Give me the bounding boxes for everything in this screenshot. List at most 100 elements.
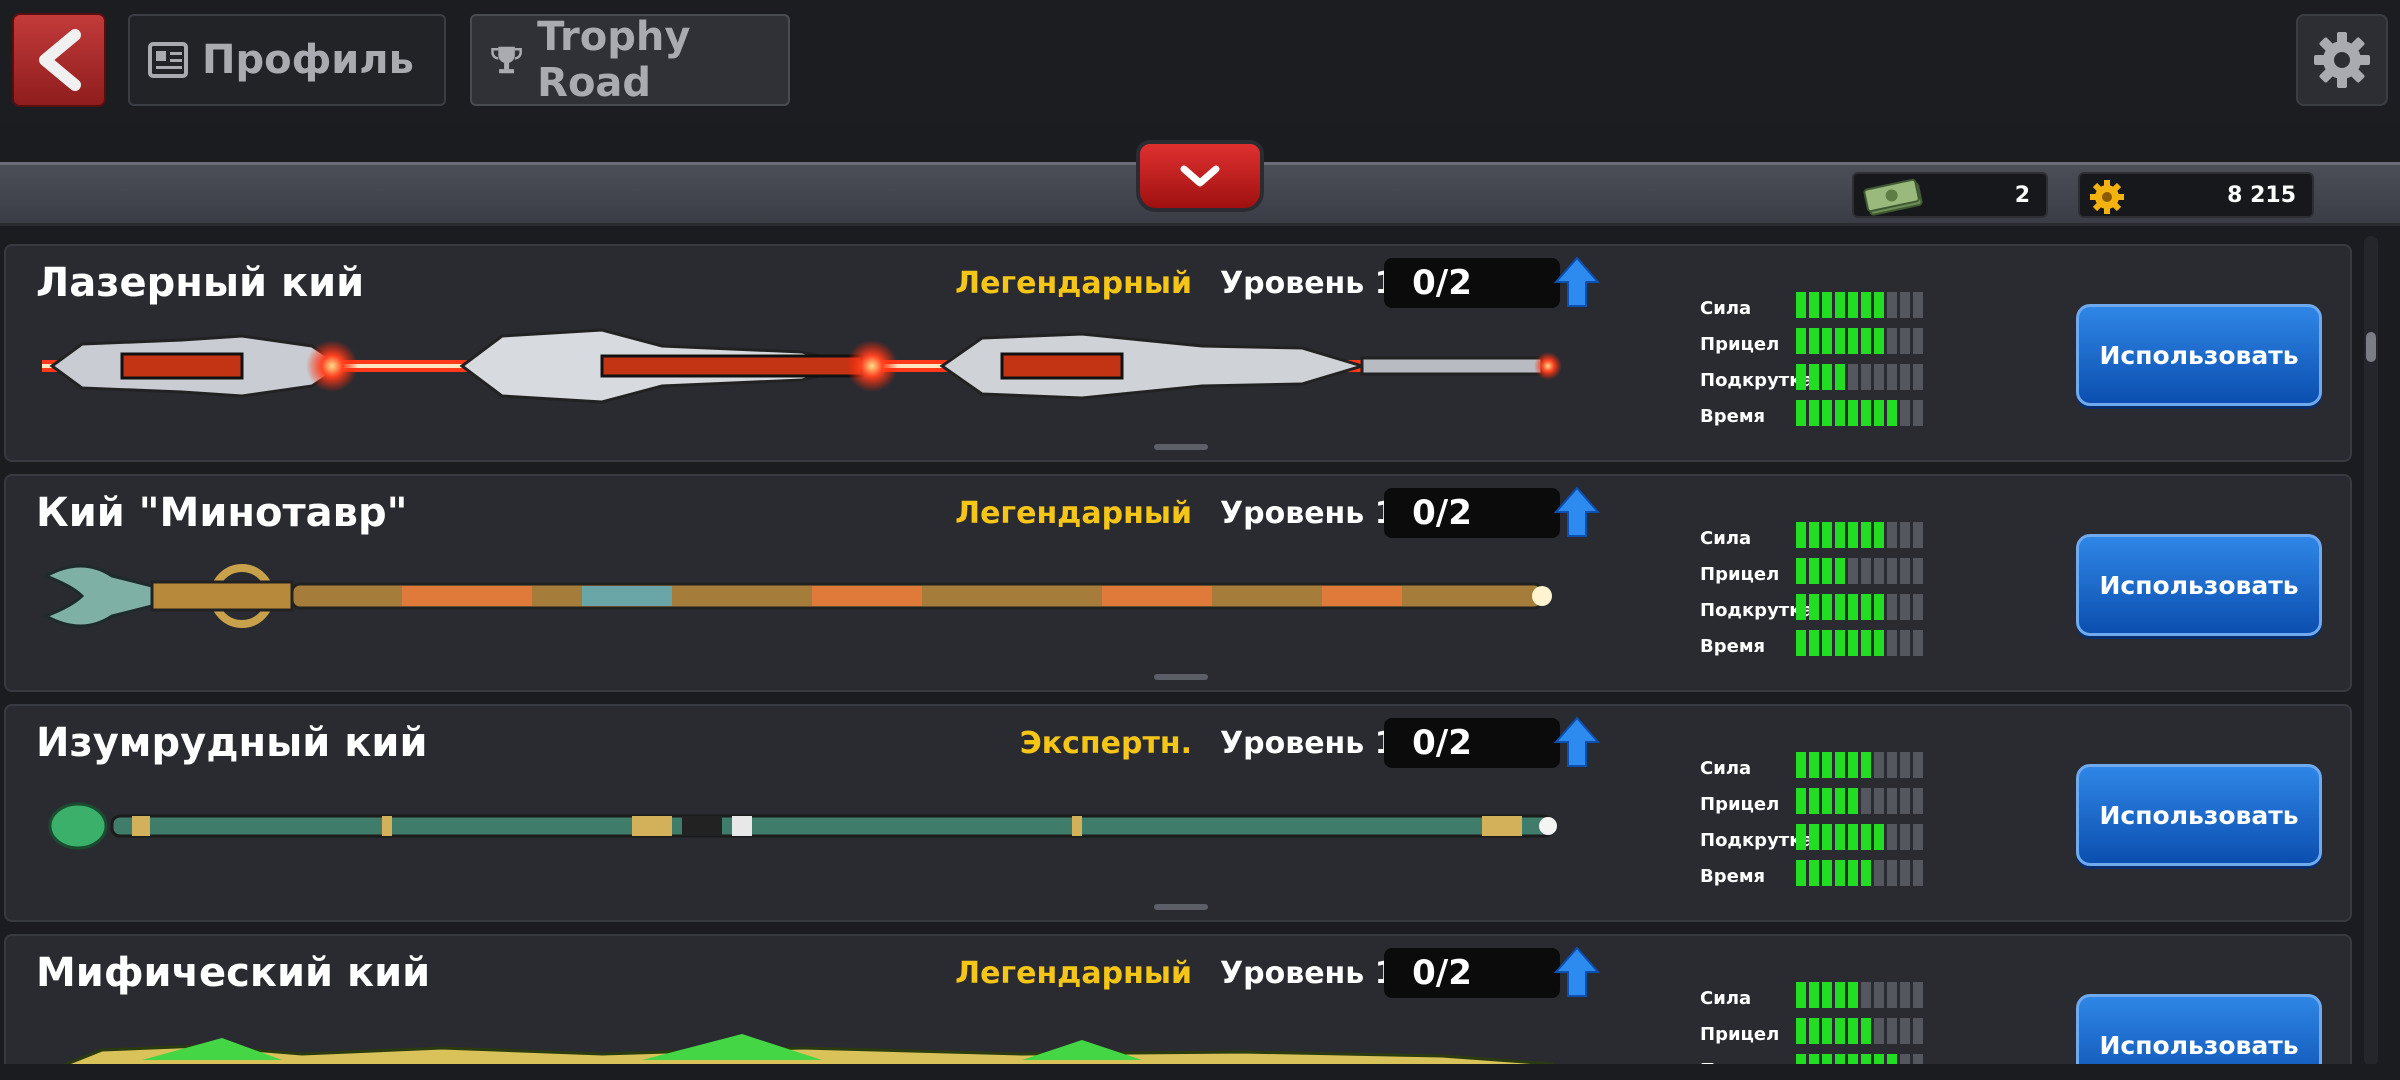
cue-name: Лазерный кий [36, 260, 365, 306]
stat-segment [1835, 752, 1845, 778]
chevron-down-icon [1180, 165, 1220, 187]
cue-name: Мифический кий [36, 950, 431, 996]
stat-segment [1887, 400, 1897, 426]
upgrade-progress: 0/2 [1412, 723, 1472, 763]
coins-counter: 8 215 [2078, 172, 2314, 218]
stat-segment [1900, 788, 1910, 814]
stat-segment [1887, 522, 1897, 548]
stat-segment [1796, 400, 1806, 426]
stat-segment [1796, 860, 1806, 886]
upgrade-progress: 0/2 [1412, 953, 1472, 993]
stat-label-time: Время [1700, 636, 1766, 657]
stat-segment [1835, 860, 1845, 886]
stat-segment [1848, 824, 1858, 850]
stat-segment [1900, 824, 1910, 850]
stat-segment [1796, 752, 1806, 778]
stat-label-time: Время [1700, 406, 1766, 427]
stat-segment [1822, 824, 1832, 850]
stat-segment [1913, 1018, 1923, 1044]
stat-segment [1809, 982, 1819, 1008]
cue-level: Уровень 1 [1220, 266, 1396, 301]
use-cue-button[interactable]: Использовать [2076, 304, 2322, 406]
stat-segment [1848, 630, 1858, 656]
stat-segment [1913, 400, 1923, 426]
stat-segment [1796, 1018, 1806, 1044]
stat-segment [1848, 522, 1858, 548]
cue-card: Изумрудный кий Экспертн. Уровень 1 0/2 С… [4, 704, 2352, 922]
stat-segment [1887, 594, 1897, 620]
stat-segment [1835, 1018, 1845, 1044]
stat-segment [1848, 982, 1858, 1008]
time-stat-bar [1796, 860, 1923, 886]
stat-segment [1887, 630, 1897, 656]
stat-segment [1887, 328, 1897, 354]
cue-rarity: Легендарный [955, 956, 1192, 991]
cue-card: Кий "Минотавр" Легендарный Уровень 1 0/2… [4, 474, 2352, 692]
stat-segment [1848, 292, 1858, 318]
collapse-button[interactable] [1136, 140, 1264, 212]
settings-button[interactable] [2296, 14, 2388, 106]
stat-segment [1835, 788, 1845, 814]
stat-segment [1861, 594, 1871, 620]
stat-segment [1822, 292, 1832, 318]
stat-segment [1887, 788, 1897, 814]
cue-rarity: Легендарный [955, 496, 1192, 531]
tab-trophy-road[interactable]: Trophy Road [470, 14, 790, 106]
stat-segment [1848, 1018, 1858, 1044]
stat-segment [1861, 522, 1871, 548]
stat-segment [1835, 824, 1845, 850]
stat-segment [1822, 630, 1832, 656]
stat-segment [1809, 630, 1819, 656]
stat-segment [1900, 752, 1910, 778]
spin-stat-bar [1796, 364, 1923, 390]
back-button[interactable] [12, 13, 106, 107]
stat-segment [1796, 630, 1806, 656]
cue-rarity: Экспертн. [1019, 726, 1192, 761]
stat-segment [1809, 400, 1819, 426]
cue-name: Изумрудный кий [36, 720, 428, 766]
cue-card: Лазерный кий Легендарный Уровень 1 0/2 С… [4, 244, 2352, 462]
stat-segment [1796, 328, 1806, 354]
stat-segment [1913, 788, 1923, 814]
time-stat-bar [1796, 630, 1923, 656]
stat-segment [1822, 594, 1832, 620]
stat-segment [1796, 364, 1806, 390]
stat-segment [1874, 292, 1884, 318]
scrollbar-thumb[interactable] [2366, 332, 2376, 362]
stat-label-power: Сила [1700, 988, 1752, 1009]
upgrade-progress: 0/2 [1412, 263, 1472, 303]
cue-level: Уровень 1 [1220, 726, 1396, 761]
aim-stat-bar [1796, 328, 1923, 354]
stat-segment [1848, 400, 1858, 426]
stat-segment [1809, 292, 1819, 318]
use-cue-button[interactable]: Использовать [2076, 994, 2322, 1072]
stat-segment [1874, 522, 1884, 548]
stat-segment [1874, 788, 1884, 814]
drag-handle [1154, 674, 1208, 680]
stat-segment [1913, 558, 1923, 584]
stat-segment [1796, 824, 1806, 850]
time-stat-bar [1796, 400, 1923, 426]
cue-level: Уровень 1 [1220, 496, 1396, 531]
stat-segment [1809, 558, 1819, 584]
coin-gear-icon [2090, 180, 2124, 214]
stat-segment [1874, 400, 1884, 426]
stat-segment [1848, 860, 1858, 886]
tab-profile[interactable]: Профиль [128, 14, 446, 106]
stat-segment [1835, 522, 1845, 548]
power-stat-bar [1796, 752, 1923, 778]
trophy-icon [491, 46, 522, 74]
stat-segment [1848, 558, 1858, 584]
stat-segment [1913, 860, 1923, 886]
stat-segment [1913, 364, 1923, 390]
use-cue-button[interactable]: Использовать [2076, 534, 2322, 636]
gear-icon [2314, 32, 2370, 88]
use-cue-button[interactable]: Использовать [2076, 764, 2322, 866]
stat-segment [1900, 364, 1910, 390]
stat-segment [1913, 594, 1923, 620]
stat-segment [1913, 292, 1923, 318]
stat-segment [1900, 1018, 1910, 1044]
stat-segment [1861, 400, 1871, 426]
stat-segment [1861, 860, 1871, 886]
cash-counter: 2 [1852, 172, 2048, 218]
